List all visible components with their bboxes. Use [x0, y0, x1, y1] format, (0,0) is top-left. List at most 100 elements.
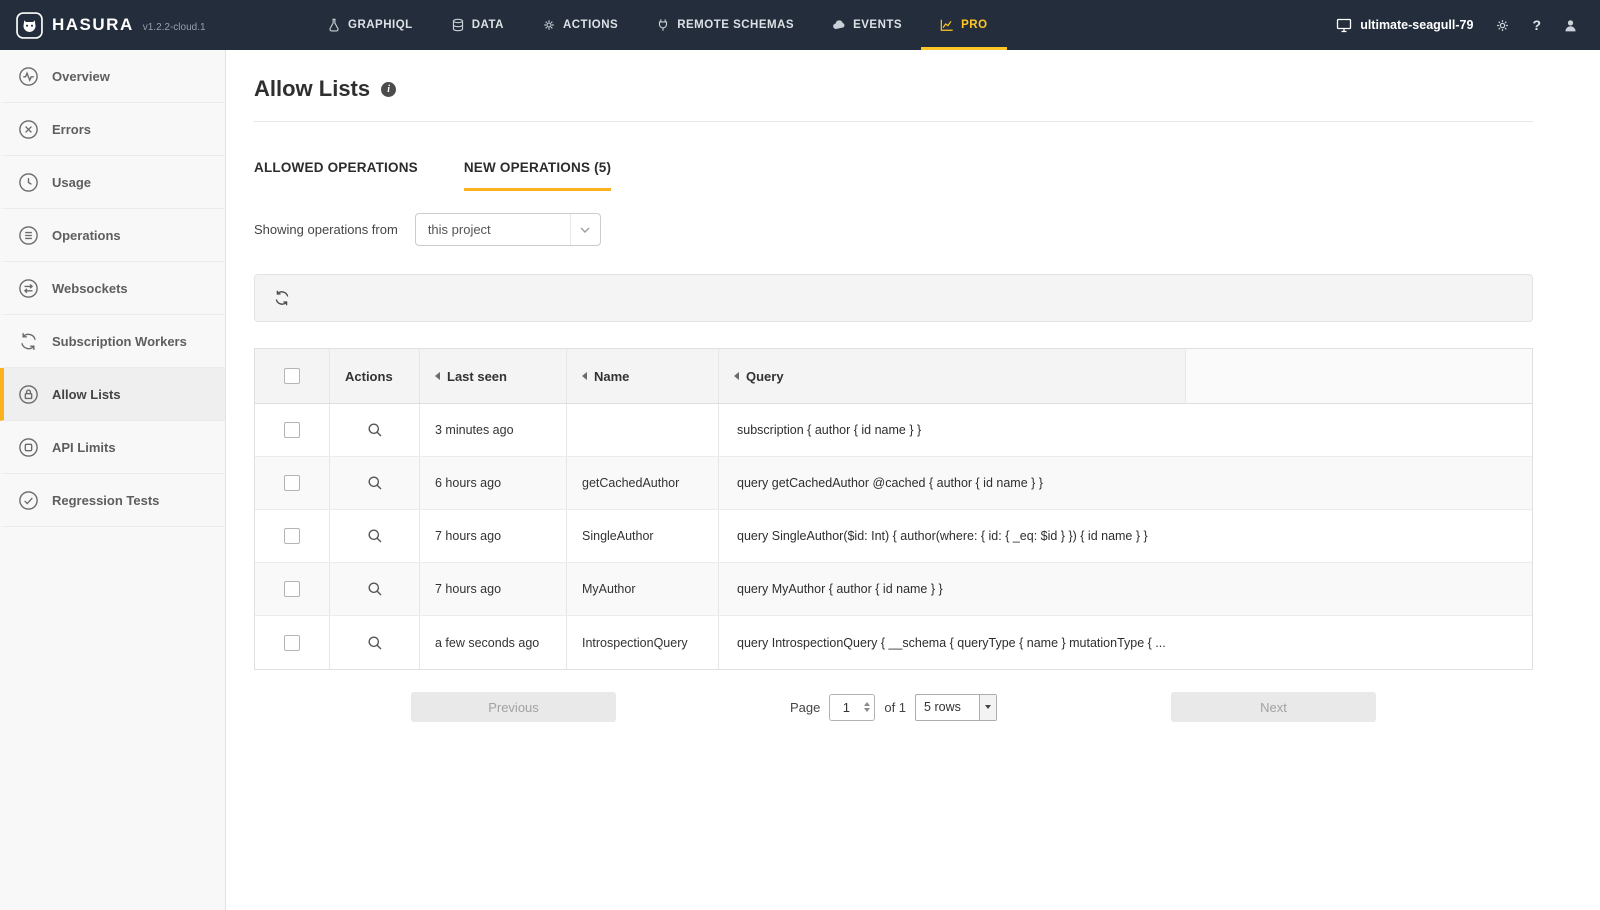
cell-name: getCachedAuthor — [566, 457, 718, 509]
header-cell-query[interactable]: Query — [718, 349, 1185, 403]
square-circle-icon — [18, 437, 39, 458]
row-checkbox[interactable] — [284, 634, 300, 651]
row-checkbox[interactable] — [284, 422, 300, 438]
nav-label: EVENTS — [853, 19, 903, 31]
sidebar-item-overview[interactable]: Overview — [0, 50, 225, 103]
navbar-right: ultimate-seagull-79 ? — [1336, 0, 1578, 50]
search-icon — [368, 636, 381, 649]
search-icon — [368, 582, 381, 596]
sidebar-item-label: Websockets — [52, 280, 128, 296]
cell-filler — [1185, 404, 1532, 456]
search-icon — [368, 476, 381, 490]
cell-name: SingleAuthor — [566, 510, 718, 562]
rows-per-page-select[interactable]: 5 rows — [915, 693, 998, 721]
header-cell-last-seen[interactable]: Last seen — [419, 349, 566, 403]
nav-item-events[interactable]: EVENTS — [813, 0, 921, 50]
sidebar-item-label: Regression Tests — [52, 492, 160, 508]
tab-allowed-operations[interactable]: ALLOWED OPERATIONS — [254, 160, 418, 191]
sort-icon — [582, 372, 587, 380]
cell-query: query IntrospectionQuery { __schema { qu… — [718, 616, 1185, 669]
sidebar-item-api-limits[interactable]: API Limits — [0, 421, 225, 474]
sidebar-item-allow-lists[interactable]: Allow Lists — [0, 368, 225, 421]
cell-filler — [1185, 457, 1532, 509]
project-menu[interactable]: ultimate-seagull-79 — [1336, 17, 1473, 33]
sidebar-item-label: Subscription Workers — [52, 333, 187, 349]
nav-item-pro[interactable]: PRO — [921, 0, 1007, 50]
sidebar: Overview Errors Usage Operations Websock… — [0, 50, 226, 910]
inspect-operation-button[interactable] — [367, 475, 383, 491]
row-checkbox[interactable] — [284, 475, 300, 491]
user-icon — [1565, 19, 1576, 31]
previous-page-button[interactable]: Previous — [411, 692, 616, 722]
cell-last-seen: 3 minutes ago — [419, 404, 566, 456]
version-label: v1.2.2-cloud.1 — [142, 22, 206, 33]
next-page-button[interactable]: Next — [1171, 692, 1376, 722]
sidebar-item-usage[interactable]: Usage — [0, 156, 225, 209]
page-title: Allow Lists — [254, 76, 371, 101]
plug-icon — [656, 18, 670, 32]
sidebar-item-label: Usage — [52, 174, 92, 190]
row-checkbox[interactable] — [284, 528, 300, 544]
nav-item-graphiql[interactable]: GRAPHIQL — [308, 0, 432, 50]
source-select[interactable]: this project — [414, 213, 601, 246]
page-count-label: of 1 — [884, 699, 907, 715]
list-circle-icon — [18, 225, 39, 246]
sidebar-item-errors[interactable]: Errors — [0, 103, 225, 156]
page-label: Page — [789, 699, 821, 715]
clock-icon — [18, 172, 39, 193]
brand[interactable]: HASURA v1.2.2-cloud.1 — [16, 0, 308, 50]
cell-last-seen: a few seconds ago — [419, 616, 566, 669]
cell-checkbox — [255, 457, 329, 509]
cell-filler — [1185, 563, 1532, 615]
row-checkbox[interactable] — [284, 581, 300, 597]
sort-icon — [435, 372, 440, 380]
header-cell-name[interactable]: Name — [566, 349, 718, 403]
cell-checkbox — [255, 510, 329, 562]
hasura-logo-icon — [16, 11, 43, 39]
header-cell-select-all — [255, 349, 329, 403]
sync-icon — [18, 331, 39, 352]
settings-button[interactable] — [1495, 18, 1510, 33]
inspect-operation-button[interactable] — [367, 422, 383, 438]
cell-checkbox — [255, 404, 329, 456]
nav-item-data[interactable]: DATA — [432, 0, 523, 50]
page-input-wrap — [829, 693, 876, 721]
sort-icon — [734, 372, 739, 380]
nav-item-actions[interactable]: ACTIONS — [523, 0, 637, 50]
refresh-button[interactable] — [273, 289, 291, 307]
user-menu-button[interactable] — [1563, 18, 1578, 33]
table-row: 6 hours ago getCachedAuthor query getCac… — [255, 457, 1532, 510]
sidebar-item-label: Allow Lists — [52, 386, 121, 402]
inspect-operation-button[interactable] — [367, 528, 383, 544]
help-button[interactable]: ? — [1532, 17, 1541, 33]
sidebar-item-regression-tests[interactable]: Regression Tests — [0, 474, 225, 527]
inspect-operation-button[interactable] — [367, 635, 383, 651]
inspect-operation-button[interactable] — [367, 581, 383, 597]
nav-label: PRO — [961, 19, 988, 31]
project-name: ultimate-seagull-79 — [1360, 18, 1474, 32]
table-row: 7 hours ago SingleAuthor query SingleAut… — [255, 510, 1532, 563]
sidebar-item-operations[interactable]: Operations — [0, 209, 225, 262]
cell-actions — [329, 563, 419, 615]
nav-item-remote-schemas[interactable]: REMOTE SCHEMAS — [637, 0, 813, 50]
nav-label: DATA — [471, 19, 504, 31]
sidebar-item-subscription-workers[interactable]: Subscription Workers — [0, 315, 225, 368]
cell-filler — [1185, 616, 1532, 669]
cell-actions — [329, 404, 419, 456]
table-row: a few seconds ago IntrospectionQuery que… — [255, 616, 1532, 669]
operations-table: Actions Last seen Name Query 3 minutes a… — [254, 348, 1533, 670]
cloud-icon — [832, 18, 846, 32]
tab-new-operations[interactable]: NEW OPERATIONS (5) — [463, 160, 612, 191]
select-all-checkbox[interactable] — [284, 368, 300, 384]
number-stepper-icon[interactable] — [864, 702, 871, 712]
lock-circle-icon — [18, 384, 39, 405]
cell-name — [566, 404, 718, 456]
column-label: Actions — [345, 368, 393, 384]
refresh-icon — [275, 290, 289, 306]
arrows-exchange-icon — [18, 278, 39, 299]
cell-last-seen: 7 hours ago — [419, 563, 566, 615]
sidebar-item-label: Overview — [52, 68, 110, 84]
pagination: Previous Page of 1 5 rows Next — [254, 692, 1533, 722]
sidebar-item-websockets[interactable]: Websockets — [0, 262, 225, 315]
info-icon[interactable]: i — [381, 81, 397, 97]
